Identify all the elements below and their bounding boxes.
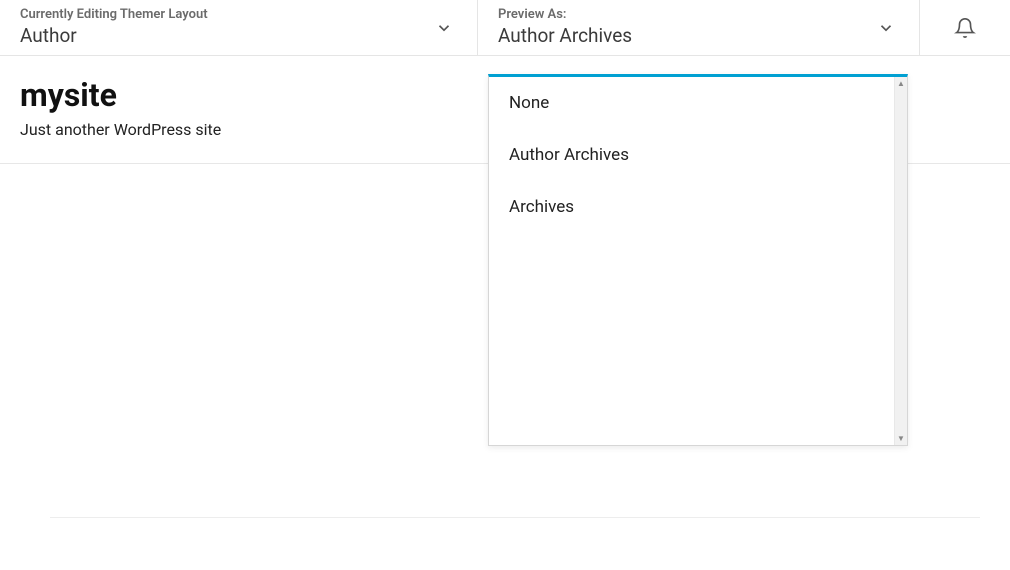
notifications-section xyxy=(920,0,1010,55)
preview-as-label: Preview As: xyxy=(498,7,899,24)
editing-layout-label: Currently Editing Themer Layout xyxy=(20,7,457,24)
editing-layout-selector[interactable]: Currently Editing Themer Layout Author xyxy=(0,0,478,55)
preview-as-selector[interactable]: Preview As: Author Archives xyxy=(478,0,920,55)
top-bar: Currently Editing Themer Layout Author P… xyxy=(0,0,1010,56)
dropdown-item-archives[interactable]: Archives xyxy=(489,181,894,233)
dropdown-item-author-archives[interactable]: Author Archives xyxy=(489,129,894,181)
dropdown-item-none[interactable]: None xyxy=(489,77,894,129)
chevron-down-icon[interactable] xyxy=(435,19,453,37)
scroll-down-icon[interactable]: ▼ xyxy=(895,432,907,445)
preview-as-dropdown: None Author Archives Archives ▲ ▼ xyxy=(488,74,908,446)
scroll-up-icon[interactable]: ▲ xyxy=(895,77,907,90)
scrollbar[interactable]: ▲ ▼ xyxy=(894,77,907,445)
editing-layout-value: Author xyxy=(20,24,457,49)
preview-as-value: Author Archives xyxy=(498,24,899,49)
footer-divider xyxy=(50,517,980,518)
chevron-down-icon[interactable] xyxy=(877,19,895,37)
bell-icon[interactable] xyxy=(954,17,976,39)
dropdown-list: None Author Archives Archives xyxy=(489,77,894,445)
